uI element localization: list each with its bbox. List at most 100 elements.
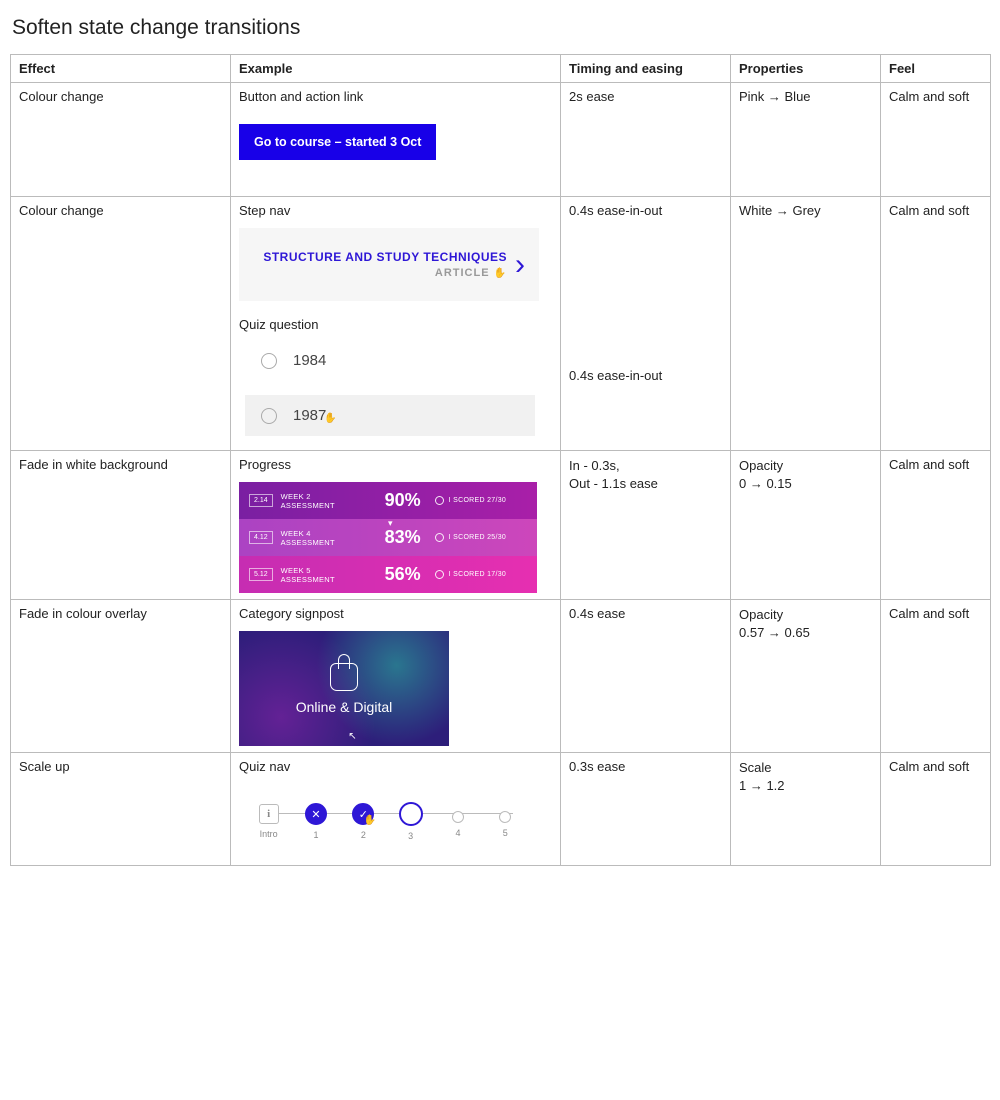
quiz-nav-item[interactable]: ✓ ✋ 2 [340,803,387,840]
ring-icon [435,533,444,542]
example-label: Step nav [239,203,552,218]
table-row: Fade in colour overlay Category signpost… [11,600,991,753]
quiz-option[interactable]: 1984 [245,340,535,381]
timing-cell: In - 0.3s,Out - 1.1s ease [561,451,731,600]
example-cell: Button and action link Go to course – st… [231,83,561,197]
cursor-icon: ✋ [364,815,376,826]
quiz-nav-label: 3 [387,831,434,841]
transitions-table: Effect Example Timing and easing Propert… [10,54,991,866]
timing-value: 0.4s ease-in-out [569,203,722,218]
progress-scored: I SCORED 27/30 [435,496,507,505]
cross-icon: ✕ [305,803,327,825]
quiz-option-label: 1987 [293,407,326,424]
timing-cell: 2s ease [561,83,731,197]
quiz-nav-item[interactable]: 4 [434,806,481,838]
info-icon: i [259,804,279,824]
timing-cell: 0.3s ease [561,753,731,866]
circle-icon [399,802,423,826]
example-label: Category signpost [239,606,552,621]
progress-widget: 2.14 WEEK 2 ASSESSMENT 90% I SCORED 27/3… [239,482,537,593]
signpost-label: Online & Digital [296,699,393,715]
col-effect: Effect [11,55,231,83]
progress-row[interactable]: ▾ 4.12 WEEK 4 ASSESSMENT 83% I SCORED 25… [239,519,537,556]
col-timing: Timing and easing [561,55,731,83]
properties-cell: Opacity0 → 0.15 [731,451,881,600]
effect-cell: Fade in colour overlay [11,600,231,753]
chevron-right-icon: › [515,256,525,274]
category-signpost[interactable]: Online & Digital ↖ [239,631,449,746]
effect-cell: Fade in white background [11,451,231,600]
feel-cell: Calm and soft [881,600,991,753]
progress-scored: I SCORED 25/30 [435,533,507,542]
effect-cell: Colour change [11,197,231,451]
quiz-nav-label: 4 [434,828,481,838]
timing-cell: 0.4s ease-in-out 0.4s ease-in-out [561,197,731,451]
properties-cell: Opacity0.57 → 0.65 [731,600,881,753]
col-feel: Feel [881,55,991,83]
col-props: Properties [731,55,881,83]
table-row: Colour change Step nav STRUCTURE AND STU… [11,197,991,451]
cursor-icon: ↖ [348,731,356,742]
feel-cell: Calm and soft [881,83,991,197]
timing-value: 0.4s ease-in-out [569,368,722,383]
tap-icon [330,663,358,691]
progress-index: 5.12 [249,568,273,581]
progress-name: WEEK 4 ASSESSMENT [281,529,366,547]
circle-icon [499,811,511,823]
table-header-row: Effect Example Timing and easing Propert… [11,55,991,83]
example-cell: Category signpost Online & Digital ↖ [231,600,561,753]
go-to-course-button[interactable]: Go to course – started 3 Oct [239,124,436,160]
example-cell: Progress 2.14 WEEK 2 ASSESSMENT 90% I SC… [231,451,561,600]
circle-icon [452,811,464,823]
cursor-icon: ▾ [388,518,393,529]
feel-cell: Calm and soft [881,197,991,451]
step-nav-title: STRUCTURE AND STUDY TECHNIQUES [263,250,507,264]
step-nav-subtitle: ARTICLE✋ [263,267,507,279]
table-row: Fade in white background Progress 2.14 W… [11,451,991,600]
cursor-icon: ✋ [494,268,507,279]
effect-cell: Colour change [11,83,231,197]
progress-index: 4.12 [249,531,273,544]
progress-row[interactable]: 2.14 WEEK 2 ASSESSMENT 90% I SCORED 27/3… [239,482,537,519]
example-label: Button and action link [239,89,552,104]
quiz-nav-item[interactable]: ✕ 1 [292,803,339,840]
quiz-nav-item[interactable]: 5 [482,806,529,838]
quiz-nav-item[interactable]: 3 [387,802,434,841]
quiz-nav: i Intro ✕ 1 ✓ ✋ 2 3 [239,802,529,841]
progress-scored: I SCORED 17/30 [435,570,507,579]
example-label: Progress [239,457,552,472]
table-row: Scale up Quiz nav i Intro ✕ 1 ✓ ✋ [11,753,991,866]
cursor-icon: ✋ [324,413,336,424]
quiz-option-label: 1984 [293,352,326,369]
feel-cell: Calm and soft [881,451,991,600]
radio-icon [261,408,277,424]
ring-icon [435,570,444,579]
quiz-nav-label: 5 [482,828,529,838]
ring-icon [435,496,444,505]
effect-cell: Scale up [11,753,231,866]
progress-index: 2.14 [249,494,273,507]
progress-row[interactable]: 5.12 WEEK 5 ASSESSMENT 56% I SCORED 17/3… [239,556,537,593]
quiz-nav-item-intro[interactable]: i Intro [245,804,292,839]
progress-percent: 83% [366,527,421,548]
quiz-nav-label: 2 [340,830,387,840]
properties-cell: White → Grey [731,197,881,451]
properties-cell: Scale1 → 1.2 [731,753,881,866]
feel-cell: Calm and soft [881,753,991,866]
progress-percent: 56% [366,564,421,585]
progress-name: WEEK 5 ASSESSMENT [281,566,366,584]
example-label: Quiz question [239,317,552,332]
quiz-nav-label: 1 [292,830,339,840]
quiz-option[interactable]: 1987 ✋ [245,395,535,436]
example-label: Quiz nav [239,759,552,774]
progress-percent: 90% [366,490,421,511]
properties-cell: Pink → Blue [731,83,881,197]
radio-icon [261,353,277,369]
quiz-nav-label: Intro [245,829,292,839]
step-nav[interactable]: STRUCTURE AND STUDY TECHNIQUES ARTICLE✋ … [239,228,539,301]
col-example: Example [231,55,561,83]
progress-name: WEEK 2 ASSESSMENT [281,492,366,510]
timing-cell: 0.4s ease [561,600,731,753]
table-row: Colour change Button and action link Go … [11,83,991,197]
example-cell: Step nav STRUCTURE AND STUDY TECHNIQUES … [231,197,561,451]
